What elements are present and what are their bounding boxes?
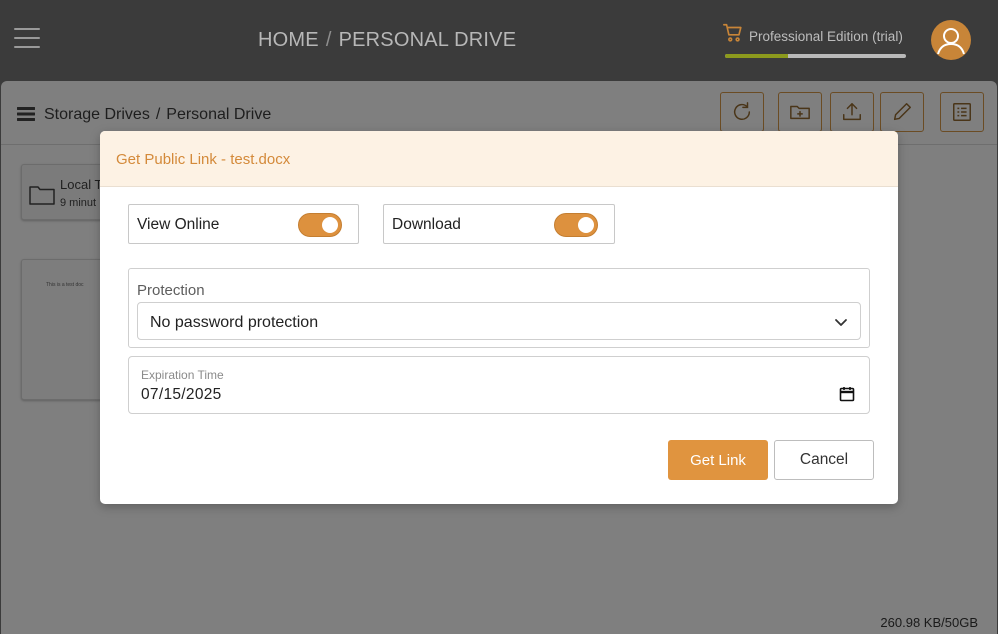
dialog-header: Get Public Link - test.docx (100, 131, 898, 187)
edit-button[interactable] (880, 92, 924, 132)
new-folder-button[interactable] (778, 92, 822, 132)
storage-usage: 260.98 KB/50GB (880, 615, 978, 630)
expiration-date-field[interactable]: Expiration Time 07/15/2025 (128, 356, 870, 414)
folder-icon (29, 186, 55, 205)
edit-icon (893, 103, 911, 121)
storage-progress-bar (725, 54, 906, 58)
user-icon (937, 28, 965, 55)
folder-name: Local T (60, 177, 103, 192)
panel-breadcrumb: Storage Drives / Personal Drive (44, 106, 271, 124)
dialog-title: Get Public Link - test.docx (116, 151, 291, 168)
cancel-button[interactable]: Cancel (774, 440, 874, 480)
hamburger-icon[interactable] (14, 28, 40, 50)
view-online-toggle[interactable] (298, 213, 342, 237)
protection-value: No password protection (150, 314, 319, 331)
list-icon (17, 107, 35, 121)
breadcrumb-personal-drive[interactable]: Personal Drive (166, 106, 271, 123)
breadcrumb-home[interactable]: HOME (258, 29, 319, 51)
details-button[interactable] (940, 92, 984, 132)
protection-select[interactable]: No password protection (137, 302, 861, 340)
calendar-icon[interactable] (839, 386, 855, 402)
top-breadcrumb: HOME / PERSONAL DRIVE (258, 29, 516, 52)
refresh-button[interactable] (720, 92, 764, 132)
file-thumbnail[interactable]: This is a test doc (21, 259, 111, 400)
edition-label: Professional Edition (trial) (749, 29, 903, 44)
top-bar: HOME / PERSONAL DRIVE Professional Edition… (0, 0, 998, 81)
details-icon (953, 103, 971, 121)
folder-item[interactable]: Local T 9 minut (21, 164, 111, 220)
folder-time: 9 minut (60, 197, 97, 209)
expiration-label: Expiration Time (141, 368, 224, 382)
breadcrumb-separator: / (325, 29, 332, 51)
avatar[interactable] (931, 20, 971, 60)
new-folder-icon (790, 105, 810, 120)
breadcrumb-storage-drives[interactable]: Storage Drives (44, 106, 150, 123)
upload-icon (843, 103, 861, 121)
upload-button[interactable] (830, 92, 874, 132)
view-online-label: View Online (137, 216, 220, 233)
public-link-dialog: Get Public Link - test.docx View Online … (100, 131, 898, 504)
breadcrumb-separator: / (155, 106, 161, 123)
breadcrumb-personal-drive[interactable]: PERSONAL DRIVE (339, 29, 517, 51)
protection-group: Protection No password protection (128, 268, 870, 348)
cart-icon (723, 23, 742, 42)
view-online-option: View Online (128, 204, 359, 244)
download-label: Download (392, 216, 461, 233)
protection-label: Protection (137, 282, 205, 299)
expiration-value: 07/15/2025 (141, 386, 222, 403)
file-preview-text: This is a test doc (46, 282, 84, 288)
chevron-down-icon (835, 319, 847, 326)
refresh-icon (733, 102, 751, 120)
get-link-button[interactable]: Get Link (668, 440, 768, 480)
download-toggle[interactable] (554, 213, 598, 237)
download-option: Download (383, 204, 615, 244)
